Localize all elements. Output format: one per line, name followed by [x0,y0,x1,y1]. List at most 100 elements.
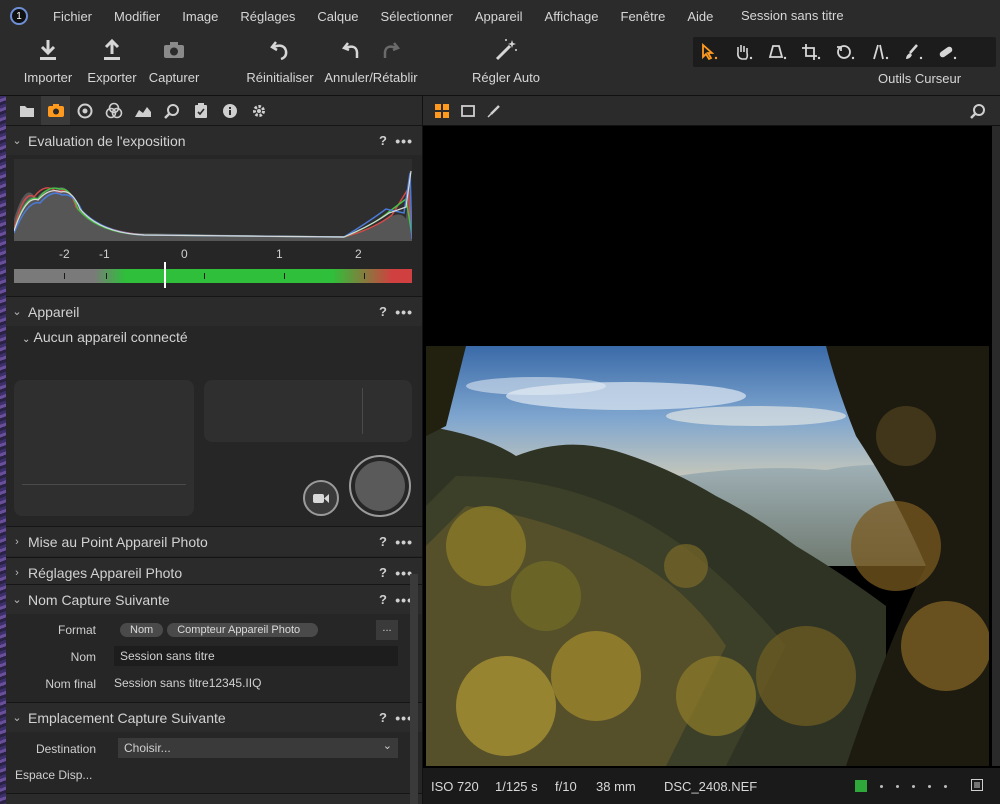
video-icon [313,493,329,503]
menu-bar: 1 Fichier Modifier Image Réglages Calque… [0,0,1000,32]
format-token-name[interactable]: Nom [120,623,164,637]
next-location-section-header[interactable]: ⌄ Emplacement Capture Suivante ? ••• [6,702,422,732]
single-view-icon[interactable] [455,96,481,126]
rating-star[interactable] [944,785,947,788]
more-button[interactable]: ••• [395,133,413,149]
select-arrow-icon[interactable] [693,43,727,61]
next-name-section-header[interactable]: ⌄ Nom Capture Suivante ? ••• [6,584,422,614]
color-icon[interactable] [99,96,128,126]
settings-icon[interactable] [244,96,273,126]
format-token-counter[interactable]: Compteur Appareil Photo [167,623,319,637]
live-view-button[interactable] [303,480,339,516]
zoom-icon[interactable] [970,103,986,124]
menu-selectionner[interactable]: Sélectionner [370,9,464,24]
camera-status-text: Aucun appareil connecté [33,329,188,345]
viewer-scrollbar[interactable] [992,126,1000,766]
reset-label: Réinitialiser [246,70,314,85]
camera-status[interactable]: ⌄ Aucun appareil connecté [22,329,188,345]
color-tag[interactable] [855,780,867,792]
camera-info-area [204,380,412,442]
menu-fenetre[interactable]: Fenêtre [610,9,677,24]
undo-icon [342,42,359,58]
meter-tick [64,273,65,279]
landscape-photo [426,346,989,766]
help-button[interactable]: ? [379,592,387,607]
menu-appareil[interactable]: Appareil [464,9,534,24]
next-section-header-partial[interactable] [6,793,422,804]
metadata-icon[interactable] [215,96,244,126]
rating-star[interactable] [912,785,915,788]
format-editor-button[interactable]: ... [376,620,398,640]
name-input[interactable]: Session sans titre [114,646,398,666]
menu-image[interactable]: Image [171,9,229,24]
exposure-section-header[interactable]: ⌄ Evaluation de l'exposition ? ••• [6,125,422,155]
panel-scrollbar[interactable] [410,574,418,804]
more-button[interactable]: ••• [395,534,413,550]
menu-modifier[interactable]: Modifier [103,9,171,24]
menu-aide[interactable]: Aide [676,9,724,24]
exposure-histogram [13,159,413,241]
rating-star[interactable] [928,785,931,788]
grid-view-icon[interactable] [429,96,455,126]
cursor-tools-label: Outils Curseur [878,71,962,86]
destination-select[interactable]: Choisir... ⌄ [118,738,398,758]
straighten-icon[interactable] [863,43,897,61]
chevron-down-icon: ⌄ [12,594,22,606]
chevron-right-icon: › [15,535,19,548]
heal-icon[interactable] [931,43,965,61]
exposure-title: Evaluation de l'exposition [28,132,186,149]
magic-wand-icon [493,32,519,68]
crop-icon[interactable] [795,43,829,61]
auto-adjust-button[interactable]: Régler Auto [468,32,544,96]
library-icon[interactable] [12,96,41,126]
brush-icon[interactable] [897,43,931,61]
shutter-button[interactable] [349,455,411,517]
rating-star[interactable] [896,785,899,788]
menu-calque[interactable]: Calque [306,9,369,24]
more-button[interactable]: ••• [395,304,413,320]
help-button[interactable]: ? [379,710,387,725]
rotate-icon[interactable] [829,43,863,61]
axis-label-2: 2 [355,247,362,261]
rating-star[interactable] [880,785,883,788]
focus-title: Mise au Point Appareil Photo [28,533,208,550]
tool-tabs [6,96,422,126]
capture-one-window: 1 Fichier Modifier Image Réglages Calque… [0,0,1000,804]
camera-section-header[interactable]: ⌄ Appareil ? ••• [6,296,422,326]
import-button[interactable]: Importer [20,32,76,96]
next-name-title: Nom Capture Suivante [28,591,170,608]
lens-icon[interactable] [70,96,99,126]
camera-settings-title: Réglages Appareil Photo [28,564,183,581]
shutter-value: 1/125 s [495,779,538,794]
help-button[interactable]: ? [379,133,387,148]
menu-fichier[interactable]: Fichier [42,9,103,24]
reset-button[interactable]: Réinitialiser [246,32,314,96]
menu-reglages[interactable]: Réglages [229,9,306,24]
axis-label-minus2: -2 [59,247,70,261]
adjustments-icon[interactable] [186,96,215,126]
help-button[interactable]: ? [379,304,387,319]
camera-settings-section-header[interactable]: › Réglages Appareil Photo ? ••• [6,557,422,587]
help-button[interactable]: ? [379,534,387,549]
capture-button[interactable]: Capturer [146,32,202,96]
undo-redo-button[interactable]: Annuler/Rétablir [322,32,420,96]
exposure-meter [14,269,412,283]
format-tokens-field[interactable]: Nom Compteur Appareil Photo [114,620,372,640]
chevron-down-icon: ⌄ [22,334,31,345]
focus-section-header[interactable]: › Mise au Point Appareil Photo ? ••• [6,526,422,556]
capture-camera-icon[interactable] [41,96,70,126]
hand-pan-icon[interactable] [727,43,761,61]
picker-icon[interactable] [481,96,507,126]
export-button[interactable]: Exporter [84,32,140,96]
help-button[interactable]: ? [379,565,387,580]
details-icon[interactable] [157,96,186,126]
menu-affichage[interactable]: Affichage [534,9,610,24]
image-info-bar: ISO 720 1/125 s f/10 38 mm DSC_2408.NEF [423,768,1000,804]
app-logo-icon[interactable]: 1 [10,7,28,25]
metadata-list-icon[interactable] [971,779,983,794]
exposure-icon[interactable] [128,96,157,126]
capture-label: Capturer [148,70,200,85]
exposure-marker [164,262,166,288]
keystone-icon[interactable] [761,43,795,61]
chevron-down-icon: ⌄ [12,135,22,147]
